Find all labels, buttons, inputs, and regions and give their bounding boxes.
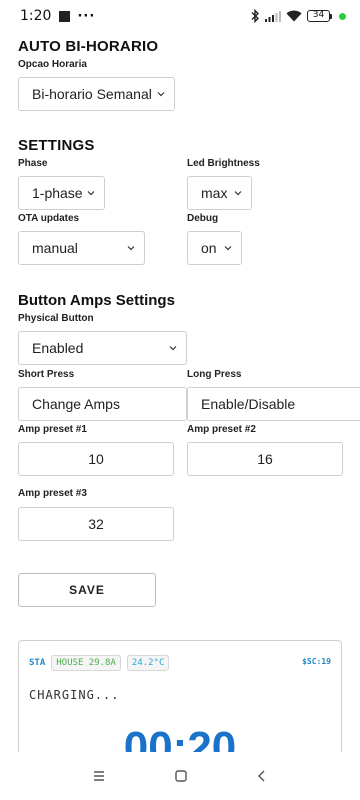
phase-select[interactable]: 1-phase (18, 176, 105, 210)
ssc-indicator: $SC:19 (302, 657, 331, 666)
sta-badge: STA (29, 658, 46, 668)
battery-icon: 34 (307, 10, 332, 22)
clock: 1:20 (20, 8, 52, 24)
system-navigation-bar (0, 752, 360, 800)
long-press-value: Enable/Disable (201, 396, 296, 412)
debug-select[interactable]: on (187, 231, 242, 265)
amp-preset-1-label: Amp preset #1 (18, 424, 87, 435)
physical-button-select[interactable]: Enabled (18, 331, 187, 365)
back-icon[interactable] (256, 769, 268, 783)
amp-preset-2-value: 16 (257, 451, 273, 467)
physical-button-value: Enabled (32, 340, 84, 356)
physical-button-label: Physical Button (18, 313, 94, 324)
long-press-field[interactable]: Enable/Disable (187, 387, 360, 421)
amp-preset-3-input[interactable]: 32 (18, 507, 174, 541)
amp-preset-3-label: Amp preset #3 (18, 488, 87, 499)
debug-value: on (201, 240, 217, 256)
amp-preset-1-input[interactable]: 10 (18, 442, 174, 476)
status-bar: 1:20 ··· 34 (0, 0, 360, 32)
amp-preset-3-value: 32 (88, 516, 104, 532)
privacy-indicator-dot (339, 12, 346, 20)
amp-preset-1-value: 10 (88, 451, 104, 467)
opcao-horaria-select[interactable]: Bi-horario Semanal (18, 77, 175, 111)
phase-value: 1-phase (32, 185, 83, 201)
chevron-down-icon (224, 246, 232, 251)
short-press-label: Short Press (18, 369, 75, 380)
temperature-badge: 24.2°C (126, 655, 170, 671)
ota-updates-value: manual (32, 240, 78, 256)
led-brightness-label: Led Brightness (187, 158, 260, 169)
battery-level: 34 (307, 10, 330, 22)
menu-icon[interactable] (92, 770, 106, 782)
charging-state: CHARGING... (29, 688, 120, 702)
home-icon[interactable] (174, 769, 188, 783)
amp-preset-2-input[interactable]: 16 (187, 442, 343, 476)
ota-updates-label: OTA updates (18, 213, 80, 224)
debug-label: Debug (187, 213, 219, 224)
opcao-horaria-value: Bi-horario Semanal (32, 86, 152, 102)
short-press-value: Change Amps (32, 396, 120, 412)
house-current-badge: HOUSE 29.8A (51, 655, 121, 671)
more-notifications-icon: ··· (77, 8, 96, 24)
bluetooth-icon (251, 9, 259, 23)
led-brightness-select[interactable]: max (187, 176, 252, 210)
ota-updates-select[interactable]: manual (18, 231, 145, 265)
notification-icon (59, 10, 71, 22)
settings-heading: SETTINGS (18, 137, 95, 154)
short-press-field[interactable]: Change Amps (18, 387, 187, 421)
opcao-horaria-label: Opcao Horaria (18, 59, 87, 70)
amp-preset-2-label: Amp preset #2 (187, 424, 256, 435)
led-brightness-value: max (201, 185, 228, 201)
chevron-down-icon (157, 92, 165, 97)
chevron-down-icon (127, 246, 135, 251)
auto-bihorario-heading: AUTO BI-HORARIO (18, 38, 159, 55)
save-button[interactable]: SAVE (18, 573, 156, 607)
chevron-down-icon (169, 346, 177, 351)
status-row: STA HOUSE 29.8A 24.2°C (29, 655, 170, 671)
chevron-down-icon (87, 191, 95, 196)
button-amps-heading: Button Amps Settings (18, 292, 175, 309)
long-press-label: Long Press (187, 369, 242, 380)
chevron-down-icon (234, 191, 242, 196)
signal-icon (265, 11, 281, 22)
wifi-icon (286, 10, 302, 22)
phase-label: Phase (18, 158, 48, 169)
